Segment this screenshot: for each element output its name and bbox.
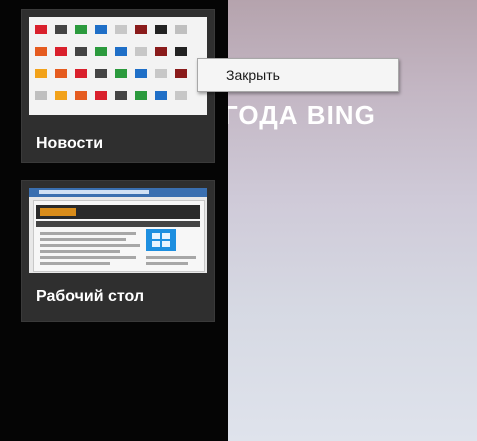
news-source-tile — [95, 69, 107, 78]
switcher-item-news-label: Новости — [36, 135, 104, 152]
text-line — [40, 244, 140, 247]
news-source-tile — [75, 91, 87, 100]
news-source-tile — [155, 69, 167, 78]
context-menu: Закрыть — [197, 58, 399, 92]
news-source-tile — [55, 25, 67, 34]
news-source-tile — [95, 91, 107, 100]
switcher-item-news[interactable]: Новости — [22, 10, 214, 162]
text-line — [40, 262, 110, 265]
news-source-tile — [55, 47, 67, 56]
news-source-tile — [135, 47, 147, 56]
news-source-tile — [55, 69, 67, 78]
address-bar — [39, 190, 149, 194]
text-line — [146, 262, 188, 265]
text-line — [40, 250, 120, 253]
news-source-tile — [155, 91, 167, 100]
bing-weather-title: ГОДА BING — [223, 100, 376, 130]
site-logo — [40, 208, 76, 216]
browser-page — [33, 200, 205, 272]
windows-logo-icon — [146, 229, 176, 251]
news-source-tile — [135, 91, 147, 100]
news-source-tile — [75, 25, 87, 34]
news-app-thumbnail — [29, 17, 207, 115]
text-line — [40, 232, 136, 235]
news-source-tile — [95, 25, 107, 34]
news-source-tile — [175, 47, 187, 56]
close-menu-item[interactable]: Закрыть — [226, 67, 280, 83]
switcher-item-desktop-label: Рабочий стол — [36, 288, 145, 305]
news-source-tile — [175, 91, 187, 100]
news-source-tile — [115, 69, 127, 78]
text-line — [146, 256, 196, 259]
news-source-tile — [115, 47, 127, 56]
news-source-tile — [175, 69, 187, 78]
site-nav — [36, 221, 200, 227]
app-switcher-sidebar: Новости Рабочий стол — [0, 0, 228, 441]
site-header — [36, 205, 200, 219]
news-source-tile — [35, 91, 47, 100]
switcher-item-desktop[interactable]: Рабочий стол — [22, 181, 214, 321]
news-source-tile — [115, 25, 127, 34]
text-line — [40, 238, 126, 241]
news-source-tile — [35, 47, 47, 56]
news-source-tile — [115, 91, 127, 100]
desktop-thumbnail — [29, 188, 207, 273]
news-source-tile — [175, 25, 187, 34]
news-source-tile — [155, 47, 167, 56]
news-source-tile — [135, 69, 147, 78]
news-source-tile — [75, 69, 87, 78]
text-line — [40, 256, 136, 259]
news-source-tile — [135, 25, 147, 34]
news-source-tile — [75, 47, 87, 56]
news-source-tile — [155, 25, 167, 34]
news-source-tile — [35, 69, 47, 78]
news-source-tile — [35, 25, 47, 34]
browser-titlebar — [29, 188, 207, 197]
news-source-tile — [55, 91, 67, 100]
news-source-tile — [95, 47, 107, 56]
